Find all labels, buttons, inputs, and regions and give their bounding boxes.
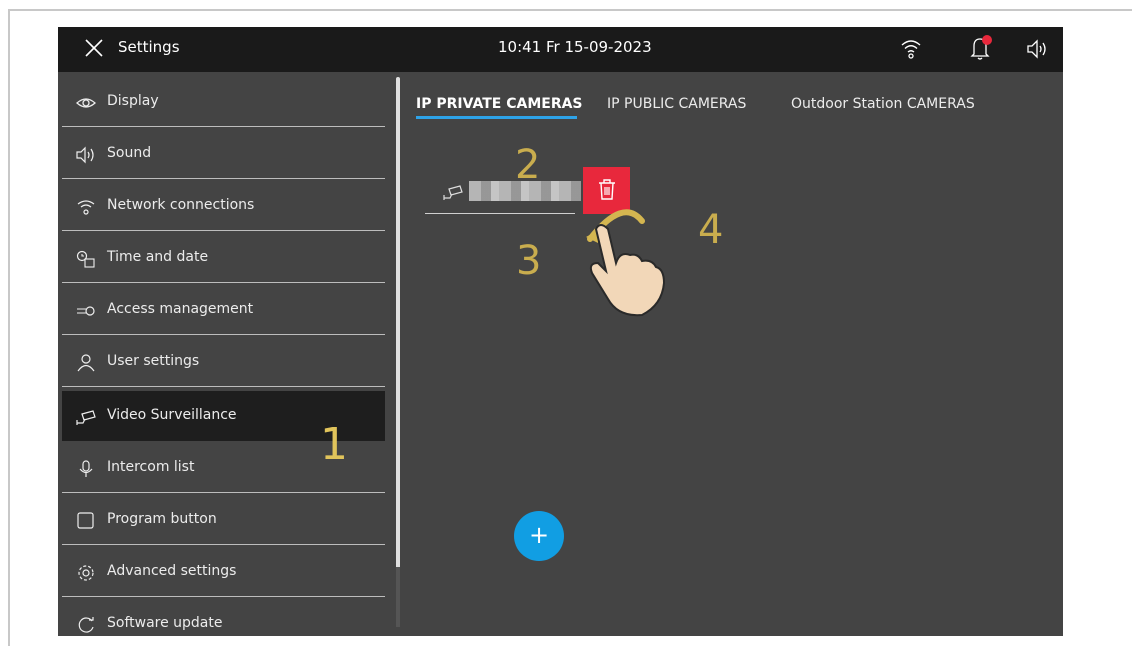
frame-border-left (8, 9, 10, 646)
square-icon (77, 512, 94, 529)
scrollbar-track-gap (396, 567, 400, 627)
settings-sidebar: Display Sound Network connections Time a… (58, 72, 388, 636)
sidebar-item-software-update[interactable]: Software update (62, 599, 385, 636)
clock-display: 10:41 Fr 15-09-2023 (498, 38, 652, 56)
notification-dot (982, 35, 992, 45)
sidebar-item-label: Time and date (107, 249, 209, 265)
step-annotation-4: 4 (698, 207, 724, 253)
device-screen: Settings 10:41 Fr 15-09-2023 Display Sou… (58, 27, 1063, 636)
step-annotation-2: 2 (515, 142, 541, 188)
sidebar-item-sound[interactable]: Sound (62, 129, 385, 179)
sidebar-item-label: User settings (107, 353, 200, 369)
user-icon (77, 354, 95, 372)
sidebar-item-label: Access management (107, 301, 254, 317)
sidebar-item-label: Software update (107, 615, 223, 631)
step-annotation-3: 3 (516, 238, 542, 284)
sidebar-item-label: Program button (107, 511, 217, 527)
top-bar: Settings 10:41 Fr 15-09-2023 (58, 27, 1063, 72)
tab-outdoor-station-cameras[interactable]: Outdoor Station CAMERAS (791, 96, 975, 112)
speaker-icon[interactable] (1026, 38, 1048, 60)
wifi-icon[interactable] (900, 36, 922, 60)
bell-icon[interactable] (969, 35, 993, 61)
tab-ip-public-cameras[interactable]: IP PUBLIC CAMERAS (607, 96, 746, 112)
camera-icon (76, 410, 96, 425)
microphone-icon (79, 460, 93, 477)
sidebar-item-label: Display (107, 93, 159, 109)
sidebar-item-access[interactable]: Access management (62, 285, 385, 335)
clock-calendar-icon (76, 250, 95, 268)
tab-ip-private-cameras[interactable]: IP PRIVATE CAMERAS (416, 96, 583, 112)
close-icon[interactable] (85, 39, 103, 57)
eye-icon (76, 98, 96, 108)
camera-list-item[interactable] (425, 169, 581, 215)
sidebar-item-program-button[interactable]: Program button (62, 495, 385, 545)
sidebar-item-label: Network connections (107, 197, 255, 213)
gear-icon (78, 565, 94, 581)
swipe-gesture-hand (586, 209, 666, 317)
sidebar-item-label: Sound (107, 145, 152, 161)
frame-border-top (8, 9, 1132, 11)
trash-icon (599, 179, 615, 200)
sidebar-item-user-settings[interactable]: User settings (62, 337, 385, 387)
sidebar-item-display[interactable]: Display (62, 77, 385, 127)
sidebar-item-network[interactable]: Network connections (62, 181, 385, 231)
step-annotation-1: 1 (320, 419, 348, 470)
key-icon (77, 306, 95, 316)
page-title: Settings (118, 38, 180, 56)
sidebar-item-advanced-settings[interactable]: Advanced settings (62, 547, 385, 597)
speaker-icon (76, 146, 94, 164)
wifi-icon (77, 200, 95, 215)
refresh-icon (78, 617, 94, 633)
sidebar-item-label: Video Surveillance (107, 407, 237, 423)
add-camera-button[interactable]: + (514, 511, 564, 561)
camera-icon (443, 185, 463, 200)
sidebar-scrollbar[interactable] (396, 77, 400, 627)
sidebar-item-label: Advanced settings (107, 563, 237, 579)
list-divider (425, 213, 575, 214)
sidebar-item-time-date[interactable]: Time and date (62, 233, 385, 283)
active-tab-indicator (416, 116, 577, 119)
sidebar-item-label: Intercom list (107, 459, 195, 475)
